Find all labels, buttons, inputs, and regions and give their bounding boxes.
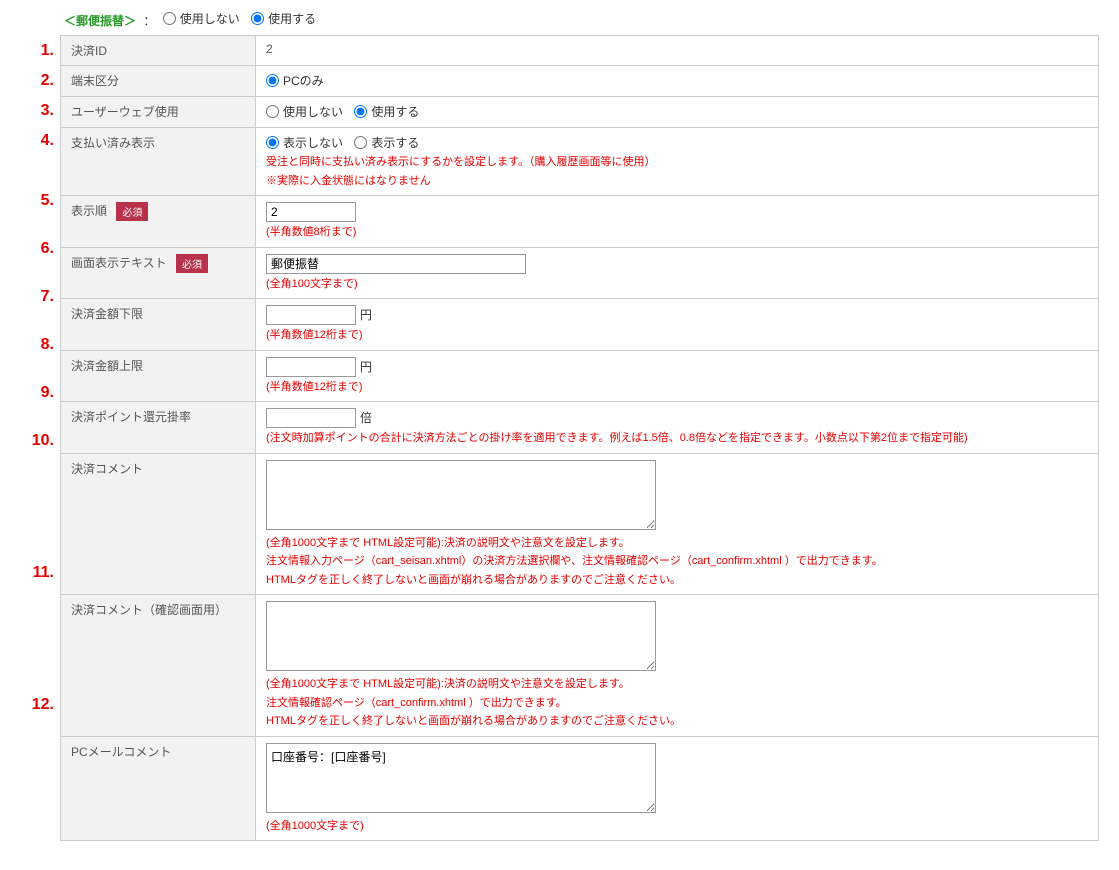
paid-help-1: 受注と同時に支払い済み表示にするかを設定します。（購入履歴画面等に使用） — [266, 154, 1088, 171]
payment-comment-confirm-textarea[interactable] — [266, 601, 656, 671]
section-use-option-yes[interactable]: 使用する — [251, 10, 316, 27]
paid-help-2: ※実際に入金状態にはなりません — [266, 173, 1088, 190]
row-payment-id: 決済ID 2 — [61, 36, 1099, 66]
paid-radio-hide[interactable] — [266, 136, 279, 149]
row-user-web: ユーザーウェブ使用 使用しない 使用する — [61, 97, 1099, 128]
point-rate-input[interactable] — [266, 408, 356, 428]
row-payment-comment-confirm: 決済コメント（確認画面用） (全角1000文字まで HTML設定可能):決済の説… — [61, 595, 1099, 737]
row-pc-mail-comment: PCメールコメント (全角1000文字まで) — [61, 736, 1099, 841]
paid-option-show[interactable]: 表示する — [354, 134, 419, 151]
payment-comment-help-1: (全角1000文字まで HTML設定可能):決済の説明文や注意文を設定します。 — [266, 535, 1088, 552]
row-num-3: 3. — [10, 100, 60, 130]
pc-mail-comment-help: (全角1000文字まで) — [266, 818, 1088, 835]
display-order-help: (半角数値8桁まで) — [266, 224, 1088, 241]
userweb-label-yes: 使用する — [371, 103, 419, 120]
section-use-label-no: 使用しない — [180, 10, 240, 27]
display-order-input[interactable] — [266, 202, 356, 222]
row-num-5: 5. — [10, 190, 60, 238]
userweb-option-no[interactable]: 使用しない — [266, 103, 343, 120]
label-terminal-type: 端末区分 — [61, 66, 256, 97]
amount-max-unit: 円 — [360, 360, 372, 374]
label-user-web: ユーザーウェブ使用 — [61, 97, 256, 128]
row-num-9: 9. — [10, 382, 60, 430]
label-point-rate: 決済ポイント還元掛率 — [61, 402, 256, 454]
row-paid-display: 支払い済み表示 表示しない 表示する 受注と同時に支払い済み表示にするかを設定し… — [61, 128, 1099, 196]
paid-option-hide[interactable]: 表示しない — [266, 134, 343, 151]
row-payment-comment: 決済コメント (全角1000文字まで HTML設定可能):決済の説明文や注意文を… — [61, 453, 1099, 595]
required-badge: 必須 — [176, 254, 208, 273]
header-separator: ： — [143, 14, 155, 28]
label-amount-max: 決済金額上限 — [61, 350, 256, 402]
row-num-8: 8. — [10, 334, 60, 382]
userweb-option-yes[interactable]: 使用する — [354, 103, 419, 120]
row-amount-max: 決済金額上限 円 (半角数値12桁まで) — [61, 350, 1099, 402]
userweb-radio-no[interactable] — [266, 105, 279, 118]
terminal-radio-pc[interactable] — [266, 74, 279, 87]
display-text-help: (全角100文字まで) — [266, 276, 1088, 293]
row-point-rate: 決済ポイント還元掛率 倍 (注文時加算ポイントの合計に決済方法ごとの掛け率を適用… — [61, 402, 1099, 454]
userweb-radio-yes[interactable] — [354, 105, 367, 118]
label-display-text: 画面表示テキスト — [71, 256, 167, 270]
row-num-7: 7. — [10, 286, 60, 334]
amount-max-help: (半角数値12桁まで) — [266, 379, 1088, 396]
payment-comment-confirm-help-3: HTMLタグを正しく終了しないと画面が崩れる場合がありますのでご注意ください。 — [266, 713, 1088, 730]
row-num-11: 11. — [10, 562, 60, 694]
label-display-order: 表示順 — [71, 204, 107, 218]
point-rate-help: (注文時加算ポイントの合計に決済方法ごとの掛け率を適用できます。例えば1.5倍、… — [266, 430, 1088, 447]
amount-min-input[interactable] — [266, 305, 356, 325]
label-payment-comment: 決済コメント — [61, 453, 256, 595]
section-use-option-no[interactable]: 使用しない — [163, 10, 240, 27]
paid-radio-show[interactable] — [354, 136, 367, 149]
label-paid-display: 支払い済み表示 — [61, 128, 256, 196]
row-num-10: 10. — [10, 430, 60, 562]
row-num-6: 6. — [10, 238, 60, 286]
row-display-text: 画面表示テキスト 必須 (全角100文字まで) — [61, 247, 1099, 299]
pc-mail-comment-textarea[interactable] — [266, 743, 656, 813]
row-num-4: 4. — [10, 130, 60, 190]
paid-label-show: 表示する — [371, 134, 419, 151]
row-amount-min: 決済金額下限 円 (半角数値12桁まで) — [61, 299, 1099, 351]
point-rate-unit: 倍 — [360, 411, 372, 425]
amount-min-help: (半角数値12桁まで) — [266, 327, 1088, 344]
terminal-label-pc: PCのみ — [283, 72, 324, 89]
row-num-2: 2. — [10, 70, 60, 100]
label-payment-comment-confirm: 決済コメント（確認画面用） — [61, 595, 256, 737]
paid-label-hide: 表示しない — [283, 134, 343, 151]
row-num-12: 12. — [10, 694, 60, 794]
section-use-label-yes: 使用する — [268, 10, 316, 27]
row-display-order: 表示順 必須 (半角数値8桁まで) — [61, 196, 1099, 248]
payment-comment-textarea[interactable] — [266, 460, 656, 530]
section-title: ＜郵便振替＞ — [64, 14, 136, 28]
row-num-1: 1. — [10, 40, 60, 70]
payment-comment-help-2: 注文情報入力ページ（cart_seisan.xhtml）の決済方法選択欄や、注文… — [266, 553, 1088, 570]
payment-comment-help-3: HTMLタグを正しく終了しないと画面が崩れる場合がありますのでご注意ください。 — [266, 572, 1088, 589]
terminal-option-pc[interactable]: PCのみ — [266, 72, 324, 89]
display-text-input[interactable] — [266, 254, 526, 274]
value-payment-id: 2 — [266, 42, 273, 56]
payment-comment-confirm-help-2: 注文情報確認ページ（cart_confirm.xhtml ）で出力できます。 — [266, 695, 1088, 712]
settings-table: 決済ID 2 端末区分 PCのみ ユーザーウェブ使用 使用しない — [60, 35, 1099, 841]
row-terminal-type: 端末区分 PCのみ — [61, 66, 1099, 97]
label-pc-mail-comment: PCメールコメント — [61, 736, 256, 841]
amount-max-input[interactable] — [266, 357, 356, 377]
section-use-radio-yes[interactable] — [251, 12, 264, 25]
row-numbers: 1. 2. 3. 4. 5. 6. 7. 8. 9. 10. 11. 12. — [10, 10, 60, 841]
label-amount-min: 決済金額下限 — [61, 299, 256, 351]
section-use-radio-no[interactable] — [163, 12, 176, 25]
section-header: ＜郵便振替＞ ： 使用しない 使用する — [64, 10, 1099, 29]
userweb-label-no: 使用しない — [283, 103, 343, 120]
required-badge: 必須 — [116, 202, 148, 221]
amount-min-unit: 円 — [360, 308, 372, 322]
payment-comment-confirm-help-1: (全角1000文字まで HTML設定可能):決済の説明文や注意文を設定します。 — [266, 676, 1088, 693]
label-payment-id: 決済ID — [61, 36, 256, 66]
